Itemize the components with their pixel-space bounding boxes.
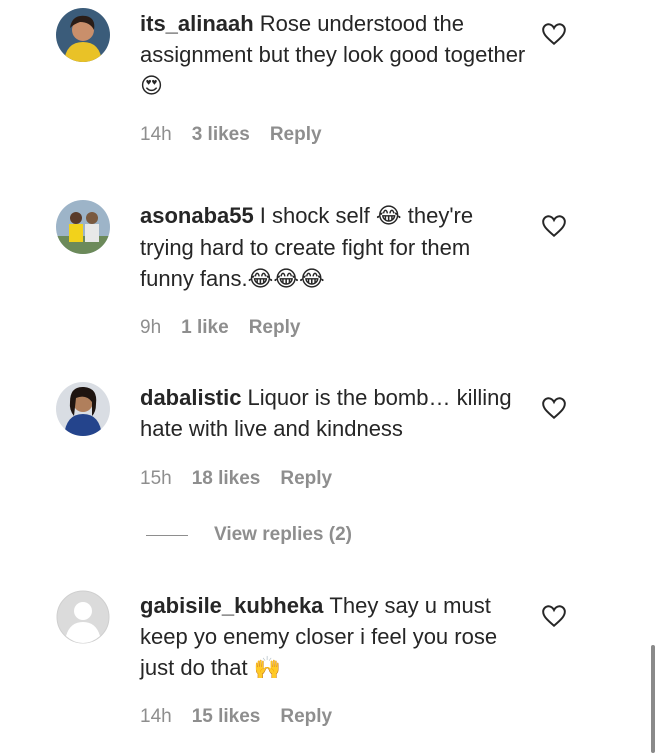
- comment-text: gabisile_kubheka They say u must keep yo …: [140, 590, 530, 684]
- heart-outline-icon[interactable]: [541, 604, 567, 628]
- comment-username[interactable]: asonaba55: [140, 203, 254, 228]
- comment-meta: 9h 1 like Reply: [140, 317, 300, 339]
- scrollbar[interactable]: [651, 645, 655, 753]
- heart-outline-icon[interactable]: [541, 396, 567, 420]
- heart-outline-icon[interactable]: [541, 22, 567, 46]
- comment-meta: 14h 15 likes Reply: [140, 706, 332, 728]
- comment-body-start: I shock self: [259, 203, 370, 228]
- comment-username[interactable]: gabisile_kubheka: [140, 593, 323, 618]
- laughing-emoji-icon: 😂: [375, 204, 402, 229]
- view-replies-label: View replies (2): [214, 524, 352, 545]
- heart-eyes-emoji-icon: 😍: [140, 74, 163, 99]
- comment-likes[interactable]: 1 like: [181, 317, 229, 339]
- comment-likes[interactable]: 3 likes: [192, 124, 250, 146]
- avatar-image: [56, 382, 110, 436]
- comment-likes[interactable]: 15 likes: [192, 706, 261, 728]
- laughing-emoji-icon: 😂😂😂: [247, 267, 325, 292]
- avatar[interactable]: [56, 200, 110, 254]
- comment-likes[interactable]: 18 likes: [192, 468, 261, 490]
- comment-meta: 14h 3 likes Reply: [140, 124, 322, 146]
- comment-time: 14h: [140, 706, 172, 727]
- raised-hands-emoji-icon: 🙌: [253, 656, 282, 681]
- comment-username[interactable]: its_alinaah: [140, 11, 254, 36]
- avatar[interactable]: [56, 382, 110, 436]
- default-avatar-icon: [56, 590, 110, 644]
- avatar[interactable]: [56, 8, 110, 62]
- comment-time: 14h: [140, 124, 172, 145]
- heart-outline-icon[interactable]: [541, 214, 567, 238]
- reply-button[interactable]: Reply: [270, 124, 322, 146]
- reply-button[interactable]: Reply: [280, 468, 332, 490]
- comment-time: 15h: [140, 468, 172, 489]
- avatar-image: [56, 200, 110, 254]
- comment-text: its_alinaah Rose understood the assignmen…: [140, 8, 530, 102]
- comment-meta: 15h 18 likes Reply: [140, 468, 332, 490]
- comment-text: asonaba55 I shock self 😂 they're trying h…: [140, 200, 530, 295]
- comment-username[interactable]: dabalistic: [140, 385, 241, 410]
- reply-button[interactable]: Reply: [249, 317, 301, 339]
- view-replies-divider: [146, 534, 188, 536]
- reply-button[interactable]: Reply: [280, 706, 332, 728]
- view-replies-button[interactable]: View replies (2): [146, 524, 352, 546]
- avatar[interactable]: [56, 590, 110, 644]
- avatar-image: [56, 8, 110, 62]
- comment-text: dabalistic Liquor is the bomb… killing ha…: [140, 382, 530, 444]
- comment-time: 9h: [140, 317, 162, 338]
